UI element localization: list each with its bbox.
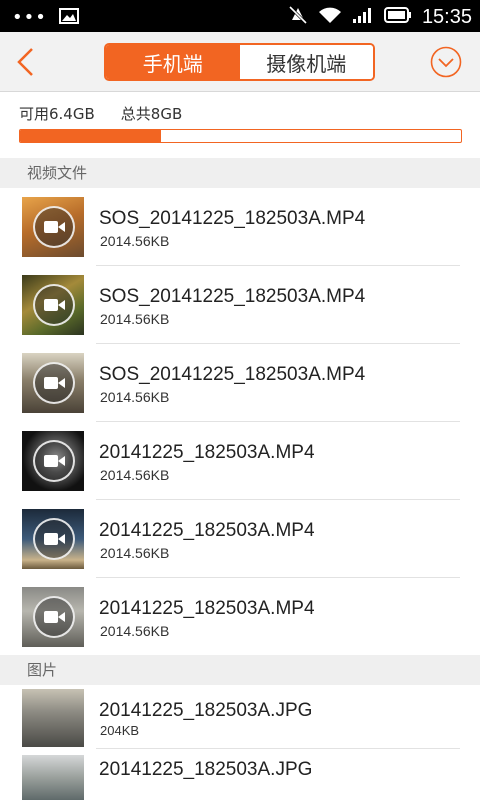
video-camera-icon xyxy=(33,518,75,560)
dropdown-button[interactable] xyxy=(430,46,462,78)
video-thumbnail xyxy=(22,587,84,647)
video-thumbnail xyxy=(22,353,84,413)
file-size: 2014.56KB xyxy=(100,467,170,483)
battery-icon xyxy=(383,7,412,27)
photo-thumbnail xyxy=(22,689,84,747)
file-name: 20141225_182503A.MP4 xyxy=(99,598,315,619)
app-header: 手机端 摄像机端 xyxy=(0,32,480,92)
video-camera-icon xyxy=(33,284,75,326)
list-item[interactable]: 20141225_182503A.MP4 2014.56KB xyxy=(0,578,480,656)
wifi-icon xyxy=(318,6,342,28)
video-thumbnail xyxy=(22,275,84,335)
file-name: 20141225_182503A.MP4 xyxy=(99,520,315,541)
file-size: 204KB xyxy=(100,723,140,738)
section-header-videos: 视频文件 xyxy=(0,158,480,188)
video-thumbnail xyxy=(22,509,84,569)
file-name: SOS_20141225_182503A.MP4 xyxy=(99,208,366,229)
list-item[interactable]: SOS_20141225_182503A.MP4 2014.56KB xyxy=(0,188,480,266)
storage-progress-bar xyxy=(19,129,462,143)
available-storage: 可用6.4GB xyxy=(19,105,95,123)
list-item[interactable]: SOS_20141225_182503A.MP4 2014.56KB xyxy=(0,344,480,422)
source-segmented-control: 手机端 摄像机端 xyxy=(104,43,375,81)
file-name: SOS_20141225_182503A.MP4 xyxy=(99,286,366,307)
video-thumbnail xyxy=(22,197,84,257)
file-size: 2014.56KB xyxy=(100,233,170,249)
video-camera-icon xyxy=(33,596,75,638)
tab-camera[interactable]: 摄像机端 xyxy=(239,45,373,79)
list-item[interactable]: 20141225_182503A.MP4 2014.56KB xyxy=(0,500,480,578)
video-camera-icon xyxy=(33,206,75,248)
status-bar: ••• 15:35 xyxy=(0,0,480,32)
file-size: 2014.56KB xyxy=(100,389,170,405)
file-size: 2014.56KB xyxy=(100,623,170,639)
signal-icon xyxy=(352,6,374,28)
mute-icon xyxy=(288,5,308,29)
file-name: 20141225_182503A.JPG xyxy=(99,759,313,780)
list-item[interactable]: 20141225_182503A.MP4 2014.56KB xyxy=(0,422,480,500)
more-dots-icon: ••• xyxy=(12,7,47,28)
back-button[interactable] xyxy=(10,44,44,80)
file-name: SOS_20141225_182503A.MP4 xyxy=(99,364,366,385)
list-item[interactable]: 20141225_182503A.JPG xyxy=(0,749,480,800)
file-name: 20141225_182503A.JPG xyxy=(99,700,313,721)
file-name: 20141225_182503A.MP4 xyxy=(99,442,315,463)
storage-panel: 可用6.4GB 总共8GB xyxy=(0,93,480,157)
total-storage: 总共8GB xyxy=(120,105,183,123)
list-item[interactable]: SOS_20141225_182503A.MP4 2014.56KB xyxy=(0,266,480,344)
list-item[interactable]: 20141225_182503A.JPG 204KB xyxy=(0,685,480,749)
chevron-down-icon xyxy=(430,46,462,78)
storage-progress-fill xyxy=(20,130,162,142)
file-size: 2014.56KB xyxy=(100,311,170,327)
section-header-photos: 图片 xyxy=(0,655,480,685)
image-icon xyxy=(58,8,79,28)
video-thumbnail xyxy=(22,431,84,491)
clock: 15:35 xyxy=(421,6,472,28)
tab-phone[interactable]: 手机端 xyxy=(106,45,240,79)
chevron-left-icon xyxy=(17,48,33,76)
video-camera-icon xyxy=(33,362,75,404)
photo-thumbnail xyxy=(22,755,84,800)
file-size: 2014.56KB xyxy=(100,545,170,561)
video-camera-icon xyxy=(33,440,75,482)
